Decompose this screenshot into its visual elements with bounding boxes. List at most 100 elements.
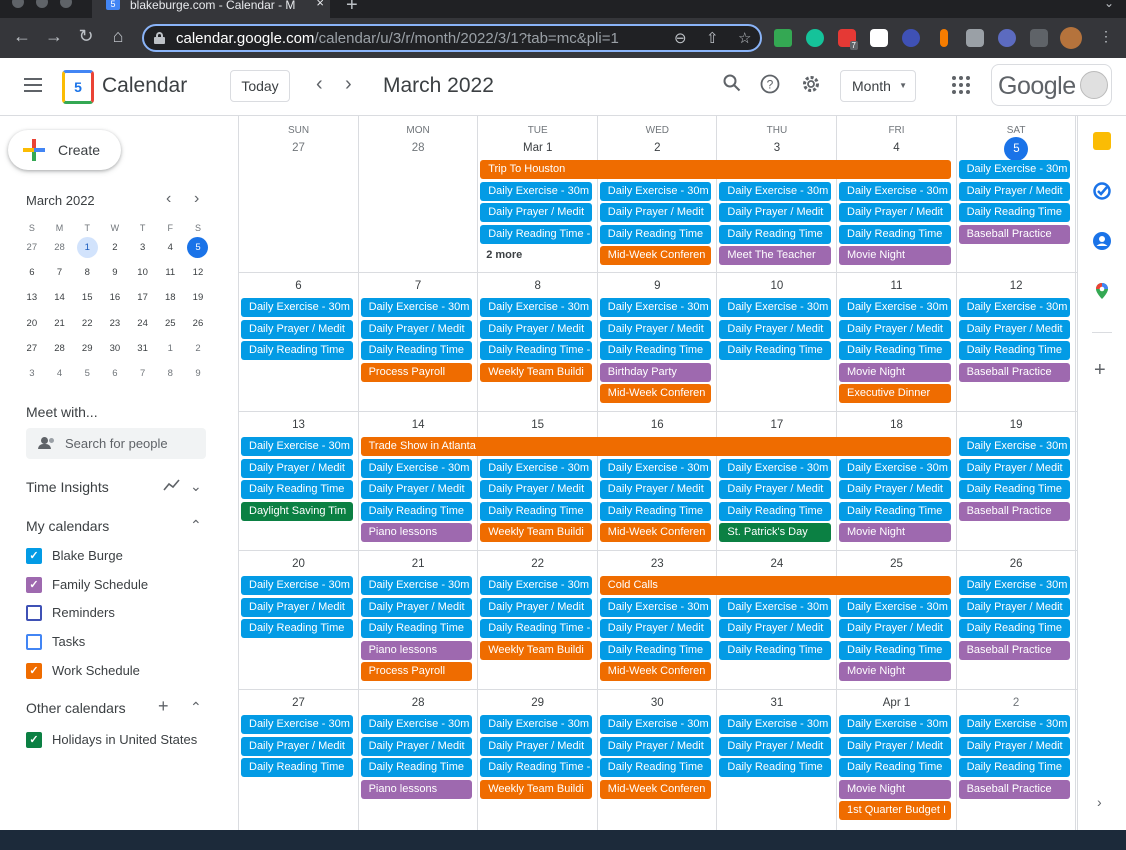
event-chip[interactable]: Daily Exercise - 30m [480,458,592,478]
event-chip[interactable]: Piano lessons [360,640,473,660]
event-chip[interactable]: Daily Exercise - 30m [719,298,831,317]
event-chip[interactable]: Daily Reading Time [839,341,951,361]
event-chip[interactable]: Baseball Practice [958,640,1071,660]
event-chip[interactable]: Daily Exercise - 30m [958,576,1071,595]
search-icon[interactable] [721,74,743,96]
event-chip[interactable]: Daily Reading Time [719,224,831,244]
event-chip[interactable]: Daily Prayer / Medit [360,597,473,617]
event-chip[interactable]: Daily Reading Time [241,758,353,778]
window-close-light[interactable] [12,0,24,8]
mini-day[interactable]: 4 [46,361,74,386]
mini-day[interactable]: 27 [18,235,46,260]
event-chip[interactable]: Baseball Practice [958,779,1071,799]
browser-menu-icon[interactable]: ⋮ [1094,28,1118,45]
mini-day[interactable]: 27 [18,336,46,361]
mini-day[interactable]: 18 [156,285,184,310]
event-chip[interactable]: Daily Exercise - 30m [839,181,951,201]
mini-day[interactable]: 4 [156,235,184,260]
calendar-checkbox[interactable]: ✓ [26,732,42,748]
event-chip[interactable]: Daily Reading Time [719,640,831,660]
mini-day[interactable]: 17 [129,285,157,310]
mini-day[interactable]: 6 [18,260,46,285]
event-chip[interactable]: Daily Exercise - 30m [360,576,473,595]
mini-day[interactable]: 24 [129,311,157,336]
event-chip[interactable]: Daily Reading Time - [480,619,592,639]
mini-day[interactable]: 30 [101,336,129,361]
event-chip[interactable]: Daily Reading Time [958,203,1071,223]
event-chip[interactable]: Daily Prayer / Medit [839,619,951,639]
event-chip[interactable]: Daily Prayer / Medit [719,736,831,756]
mini-day[interactable]: 1 [73,235,101,260]
view-switcher-dropdown[interactable]: Month ▼ [840,70,916,102]
event-chip[interactable]: Daily Prayer / Medit [241,736,353,756]
browser-tab[interactable]: 5 blakeburge.com - Calendar - M × [92,0,330,18]
puzzle-extensions-icon[interactable] [1030,29,1048,47]
reload-icon[interactable]: ↻ [74,26,98,47]
event-chip[interactable]: Movie Night [839,362,951,382]
event-chip[interactable]: Daily Exercise - 30m [360,458,473,478]
mini-day[interactable]: 2 [184,336,212,361]
event-chip[interactable]: Daily Reading Time [599,640,712,660]
mini-day[interactable]: 10 [129,260,157,285]
event-chip[interactable]: Daily Prayer / Medit [599,203,712,223]
event-chip[interactable]: Baseball Practice [958,501,1071,521]
calendar-checkbox[interactable] [26,605,42,622]
mini-day[interactable]: 11 [156,260,184,285]
event-chip[interactable]: Daily Prayer / Medit [480,203,592,223]
day-number[interactable]: 2 [957,697,1076,709]
event-chip[interactable]: Daily Prayer / Medit [480,736,592,756]
mini-day[interactable]: 3 [129,235,157,260]
bookmark-star-icon[interactable]: ☆ [738,29,751,47]
event-chip[interactable]: Daily Prayer / Medit [241,458,353,478]
other-calendars-collapse-icon[interactable]: ⌃ [190,699,202,716]
day-number[interactable]: 17 [717,419,836,431]
mini-day[interactable]: 19 [184,285,212,310]
mini-day[interactable]: 9 [184,361,212,386]
search-people-input[interactable]: Search for people [26,428,206,459]
event-chip[interactable]: Movie Night [839,523,951,543]
day-number[interactable]: 7 [359,280,478,292]
event-chip[interactable]: Daily Prayer / Medit [719,619,831,639]
mini-day[interactable]: 16 [101,285,129,310]
chat-extension-icon[interactable] [998,29,1016,47]
mini-day[interactable]: 28 [46,235,74,260]
mini-day[interactable]: 29 [73,336,101,361]
event-chip[interactable]: Daily Reading Time [958,758,1071,778]
event-chip[interactable]: Daily Exercise - 30m [599,597,712,617]
drive-extension-icon[interactable] [774,29,792,47]
calendar-checkbox[interactable] [26,634,42,651]
home-icon[interactable]: ⌂ [106,26,130,47]
event-chip[interactable]: Daily Exercise - 30m [360,298,473,317]
event-chip[interactable]: Daily Exercise - 30m [719,597,831,617]
mini-next-month-button[interactable]: › [194,191,199,207]
google-account-button[interactable]: Google [991,64,1112,106]
day-number[interactable]: 29 [478,697,597,709]
event-chip[interactable]: Mid-Week Conferen [599,779,712,799]
day-number[interactable]: 19 [957,419,1076,431]
day-number[interactable]: 9 [598,280,717,292]
event-chip[interactable]: Daily Prayer / Medit [599,480,712,500]
event-chip[interactable]: Process Payroll [360,662,473,682]
event-chip[interactable]: Daily Exercise - 30m [241,437,353,456]
address-bar[interactable]: calendar.google.com/calendar/u/3/r/month… [142,24,762,52]
mini-day[interactable]: 5 [73,361,101,386]
event-chip[interactable]: Daily Reading Time [958,619,1071,639]
event-chip[interactable]: Daily Exercise - 30m [958,160,1071,179]
event-chip[interactable]: Daily Prayer / Medit [839,736,951,756]
event-chip[interactable]: Daily Reading Time [480,501,592,521]
mini-day[interactable]: 21 [46,311,74,336]
event-chip[interactable]: Birthday Party [599,362,712,382]
mini-day[interactable]: 8 [73,260,101,285]
mini-day[interactable]: 12 [184,260,212,285]
event-chip[interactable]: Daily Reading Time [360,758,473,778]
event-chip[interactable]: Daily Reading Time [839,501,951,521]
mini-day[interactable]: 7 [129,361,157,386]
event-chip[interactable]: 1st Quarter Budget I [839,801,951,821]
mini-day[interactable]: 5 [184,235,212,260]
show-side-panel-chevron-icon[interactable]: › [1097,794,1102,810]
day-number[interactable]: 25 [837,558,956,570]
day-number[interactable]: Apr 1 [837,697,956,709]
event-chip[interactable]: Daily Reading Time - [480,758,592,778]
event-chip[interactable]: Daily Reading Time [719,758,831,778]
mini-day[interactable]: 31 [129,336,157,361]
